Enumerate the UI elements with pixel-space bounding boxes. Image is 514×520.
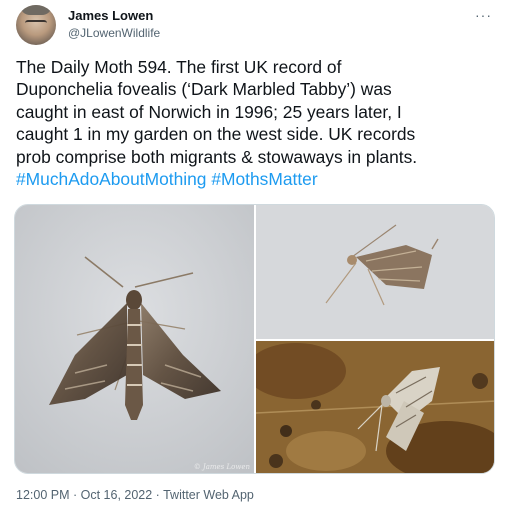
meta-separator: · [152, 488, 164, 502]
media-grid: © James Lowen [14, 204, 495, 474]
moth-photo-1[interactable]: © James Lowen [15, 205, 254, 473]
author-name[interactable]: James Lowen [68, 8, 153, 23]
avatar-hair [20, 5, 52, 15]
photo-watermark: © James Lowen [193, 463, 250, 471]
meta-separator: · [69, 488, 81, 502]
more-options-icon[interactable]: ··· [475, 7, 492, 23]
tweet-line: caught in east of Norwich in 1996; 25 ye… [16, 101, 402, 122]
tweet-line: Duponchelia fovealis (‘Dark Marbled Tabb… [16, 79, 392, 100]
hashtag-link[interactable]: #MuchAdoAboutMothing [16, 169, 206, 189]
avatar-glasses [25, 20, 47, 27]
tweet-line: caught 1 in my garden on the west side. … [16, 124, 416, 145]
moth-illustration-3 [256, 341, 494, 473]
moth-illustration-1 [15, 205, 254, 473]
hashtag-line: #MuchAdoAboutMothing #MothsMatter [16, 168, 500, 190]
author-handle[interactable]: @JLowenWildlife [68, 26, 160, 40]
tweet-text: The Daily Moth 594. The first UK record … [16, 56, 500, 190]
tweet-line: prob comprise both migrants & stowaways … [16, 146, 418, 167]
tweet-time[interactable]: 12:00 PM [16, 488, 70, 502]
moth-photo-3[interactable] [256, 341, 494, 473]
moth-illustration-2 [256, 205, 494, 339]
tweet-source: Twitter Web App [163, 488, 254, 502]
moth-photo-2[interactable] [256, 205, 494, 339]
tweet-header: James Lowen @JLowenWildlife ··· [16, 5, 498, 45]
tweet-date[interactable]: Oct 16, 2022 [81, 488, 153, 502]
tweet-line: The Daily Moth 594. The first UK record … [16, 57, 342, 77]
hashtag-link[interactable]: #MothsMatter [211, 169, 317, 189]
avatar[interactable] [16, 5, 56, 45]
tweet-metadata: 12:00 PM · Oct 16, 2022 · Twitter Web Ap… [16, 488, 254, 502]
